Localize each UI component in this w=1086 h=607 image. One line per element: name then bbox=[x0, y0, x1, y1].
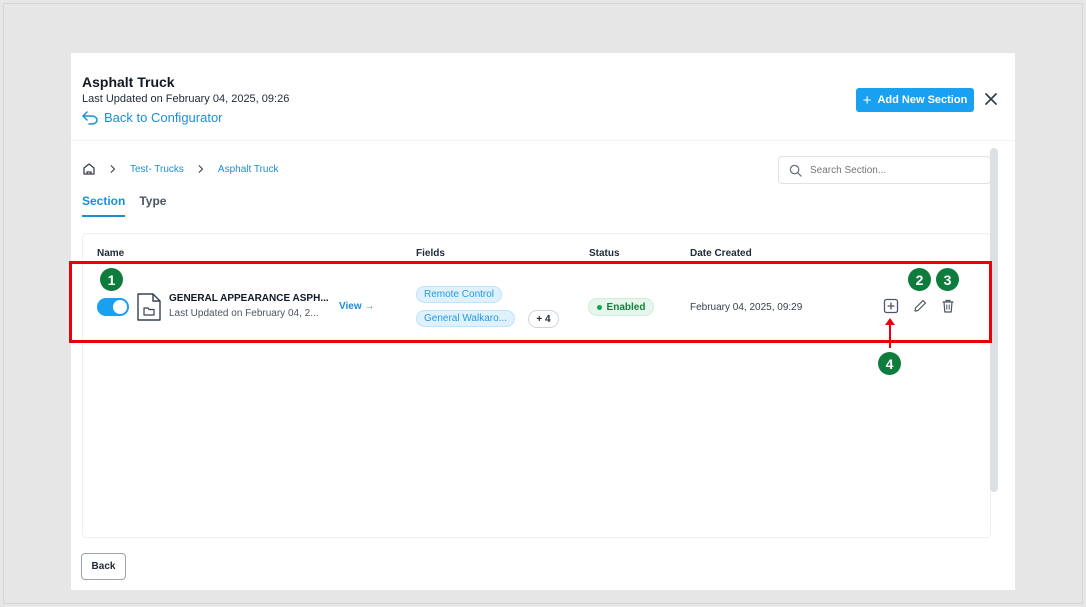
breadcrumb-item-test-trucks[interactable]: Test- Trucks bbox=[130, 164, 184, 175]
home-icon[interactable] bbox=[82, 162, 96, 176]
add-new-section-button[interactable]: + Add New Section bbox=[856, 88, 974, 112]
annotation-badge-1: 1 bbox=[100, 268, 123, 291]
search-box[interactable] bbox=[778, 156, 991, 184]
close-icon[interactable] bbox=[983, 91, 999, 107]
column-header-date-created: Date Created bbox=[690, 248, 752, 259]
add-button-label: Add New Section bbox=[877, 94, 968, 106]
undo-arrow-icon bbox=[82, 110, 98, 125]
search-input[interactable] bbox=[810, 164, 970, 176]
back-to-configurator-link[interactable]: Back to Configurator bbox=[82, 110, 223, 125]
tab-bar: Section Type bbox=[82, 194, 166, 217]
page-title: Asphalt Truck bbox=[82, 74, 175, 90]
annotation-badge-4: 4 bbox=[878, 352, 901, 375]
chevron-right-icon bbox=[110, 165, 116, 173]
breadcrumb: Test- Trucks Asphalt Truck bbox=[82, 162, 279, 176]
column-header-fields: Fields bbox=[416, 248, 445, 259]
annotation-badge-2: 2 bbox=[908, 268, 931, 291]
chevron-right-icon bbox=[198, 165, 204, 173]
plus-icon: + bbox=[862, 91, 872, 109]
annotation-arrow bbox=[889, 322, 891, 348]
column-header-status: Status bbox=[589, 248, 620, 259]
modal-header: Asphalt Truck Last Updated on February 0… bbox=[71, 53, 1015, 141]
annotation-arrow-head bbox=[885, 318, 895, 325]
annotation-badge-3: 3 bbox=[936, 268, 959, 291]
tab-type[interactable]: Type bbox=[139, 194, 166, 217]
column-header-name: Name bbox=[97, 248, 125, 259]
breadcrumb-item-asphalt-truck[interactable]: Asphalt Truck bbox=[218, 164, 279, 175]
highlight-box bbox=[69, 261, 992, 343]
tab-section[interactable]: Section bbox=[82, 194, 126, 217]
last-updated-text: Last Updated on February 04, 2025, 09:26 bbox=[82, 93, 290, 105]
back-link-label: Back to Configurator bbox=[104, 110, 223, 125]
back-button[interactable]: Back bbox=[81, 553, 126, 580]
search-icon bbox=[789, 164, 802, 177]
